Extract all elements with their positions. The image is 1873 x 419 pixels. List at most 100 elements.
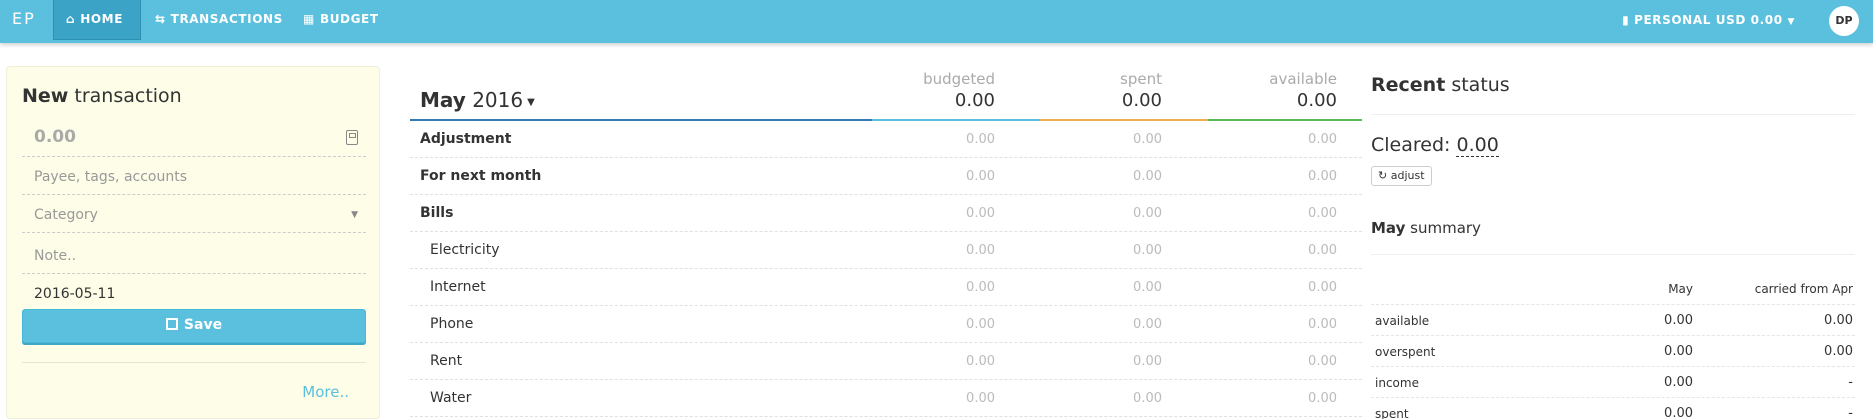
- spent-value: 0.00: [1133, 206, 1162, 221]
- summary-col-may: May: [1668, 282, 1693, 296]
- user-avatar[interactable]: DP: [1829, 6, 1859, 36]
- recent-status-title: Recent status: [1371, 74, 1510, 96]
- book-icon: ▮: [1622, 13, 1630, 27]
- summary-col-carry: carried from Apr: [1754, 282, 1853, 296]
- month-selector[interactable]: May 2016 ▼: [420, 88, 535, 112]
- summary-title: May summary: [1371, 219, 1481, 237]
- category-name: Rent: [430, 353, 463, 369]
- category-name: Water: [430, 390, 472, 406]
- caret-down-icon: ▼: [1787, 17, 1795, 27]
- date-input[interactable]: 2016-05-11: [22, 277, 366, 312]
- table-row[interactable]: Adjustment 0.00 0.00 0.00: [410, 121, 1362, 158]
- calculator-icon[interactable]: [346, 130, 358, 145]
- summary-rows: available 0.00 0.00 overspent 0.00 0.00 income…: [1371, 305, 1855, 419]
- summary-row: income 0.00 -: [1371, 367, 1855, 398]
- category-name: Internet: [430, 279, 486, 295]
- adjust-button[interactable]: ↻ adjust: [1371, 166, 1432, 186]
- summary-carry-value: -: [1848, 406, 1853, 419]
- summary-carry-value: 0.00: [1824, 313, 1853, 328]
- budgeted-value[interactable]: 0.00: [835, 391, 995, 406]
- column-budgeted: budgeted 0.00: [835, 70, 995, 111]
- floppy-disk-icon: [165, 318, 178, 330]
- budget-selector-label: PERSONAL USD 0.00: [1634, 13, 1783, 27]
- summary-may-value: 0.00: [1664, 313, 1693, 328]
- category-name: Adjustment: [420, 131, 512, 147]
- summary-carry-value: -: [1848, 375, 1853, 390]
- transfer-icon: ⇆: [155, 12, 166, 26]
- amount-input[interactable]: 0.00: [22, 122, 366, 157]
- summary-key: spent: [1375, 407, 1409, 419]
- available-value: 0.00: [1308, 243, 1337, 258]
- summary-key: income: [1375, 376, 1419, 390]
- category-name: Bills: [420, 205, 454, 221]
- budgeted-value[interactable]: 0.00: [835, 280, 995, 295]
- category-name: For next month: [420, 168, 542, 184]
- nav-budget[interactable]: ▦ BUDGET: [303, 0, 379, 40]
- month-year: 2016: [472, 88, 524, 112]
- budgeted-value[interactable]: 0.00: [835, 354, 995, 369]
- budgeted-value[interactable]: 0.00: [835, 206, 995, 221]
- cleared-value[interactable]: 0.00: [1456, 134, 1499, 157]
- divider: [1371, 114, 1855, 115]
- available-value: 0.00: [1308, 354, 1337, 369]
- column-available-total: 0.00: [1296, 90, 1337, 111]
- note-input[interactable]: Note..: [22, 239, 366, 274]
- available-value: 0.00: [1308, 206, 1337, 221]
- column-spent-label: spent: [1120, 70, 1162, 88]
- table-row[interactable]: Bills 0.00 0.00 0.00: [410, 195, 1362, 232]
- more-link[interactable]: More..: [302, 383, 349, 401]
- budgeted-value[interactable]: 0.00: [835, 132, 995, 147]
- table-row[interactable]: Water 0.00 0.00 0.00: [410, 380, 1362, 417]
- category-select[interactable]: Category ▼: [22, 198, 366, 233]
- budgeted-value[interactable]: 0.00: [835, 317, 995, 332]
- month-name: May: [420, 88, 466, 112]
- column-budgeted-total: 0.00: [954, 90, 995, 111]
- summary-bold: May: [1371, 219, 1406, 237]
- amount-placeholder: 0.00: [34, 127, 76, 147]
- title-bold: New: [22, 85, 69, 107]
- summary-row: overspent 0.00 0.00: [1371, 336, 1855, 367]
- grid-icon: ▦: [303, 12, 315, 26]
- table-row[interactable]: Rent 0.00 0.00 0.00: [410, 343, 1362, 380]
- summary-carry-value: 0.00: [1824, 344, 1853, 359]
- table-row[interactable]: Phone 0.00 0.00 0.00: [410, 306, 1362, 343]
- summary-key: available: [1375, 314, 1430, 328]
- nav-home[interactable]: ⌂ HOME: [53, 0, 141, 40]
- spent-value: 0.00: [1133, 317, 1162, 332]
- summary-may-value: 0.00: [1664, 375, 1693, 390]
- spent-value: 0.00: [1133, 354, 1162, 369]
- available-value: 0.00: [1308, 169, 1337, 184]
- summary-may-value: 0.00: [1664, 344, 1693, 359]
- budget-rows: Adjustment 0.00 0.00 0.00 For next month 0.00…: [410, 121, 1362, 417]
- budgeted-value[interactable]: 0.00: [835, 169, 995, 184]
- summary-table: May carried from Apr available 0.00 0.00 ov…: [1371, 278, 1855, 419]
- table-row[interactable]: Internet 0.00 0.00 0.00: [410, 269, 1362, 306]
- summary-may-value: 0.00: [1664, 406, 1693, 419]
- table-row[interactable]: Electricity 0.00 0.00 0.00: [410, 232, 1362, 269]
- payee-input[interactable]: Payee, tags, accounts: [22, 160, 366, 195]
- recent-rest: status: [1445, 74, 1510, 96]
- table-row[interactable]: For next month 0.00 0.00 0.00: [410, 158, 1362, 195]
- cleared-balance: Cleared: 0.00: [1371, 134, 1499, 157]
- nav-transactions-label: TRANSACTIONS: [170, 12, 283, 26]
- summary-row: available 0.00 0.00: [1371, 305, 1855, 336]
- spent-value: 0.00: [1133, 132, 1162, 147]
- budget-selector-dropdown[interactable]: ▮ PERSONAL USD 0.00 ▼: [1622, 0, 1795, 40]
- column-available: available 0.00: [1177, 70, 1337, 111]
- divider: [1371, 254, 1855, 255]
- spent-value: 0.00: [1133, 280, 1162, 295]
- nav-transactions[interactable]: ⇆ TRANSACTIONS: [155, 0, 283, 40]
- save-button[interactable]: Save: [22, 309, 366, 343]
- available-value: 0.00: [1308, 280, 1337, 295]
- top-navbar: EP ⌂ HOME ⇆ TRANSACTIONS ▦ BUDGET ▮ PERSONA…: [0, 0, 1873, 43]
- spent-value: 0.00: [1133, 243, 1162, 258]
- caret-down-icon: ▼: [527, 97, 535, 108]
- brand-logo[interactable]: EP: [12, 0, 36, 40]
- spent-value: 0.00: [1133, 391, 1162, 406]
- title-rest: transaction: [68, 85, 182, 107]
- nav-home-label: HOME: [80, 12, 123, 26]
- column-available-label: available: [1269, 70, 1337, 88]
- budgeted-value[interactable]: 0.00: [835, 243, 995, 258]
- summary-row: spent 0.00 -: [1371, 398, 1855, 419]
- panel-divider: [22, 362, 366, 363]
